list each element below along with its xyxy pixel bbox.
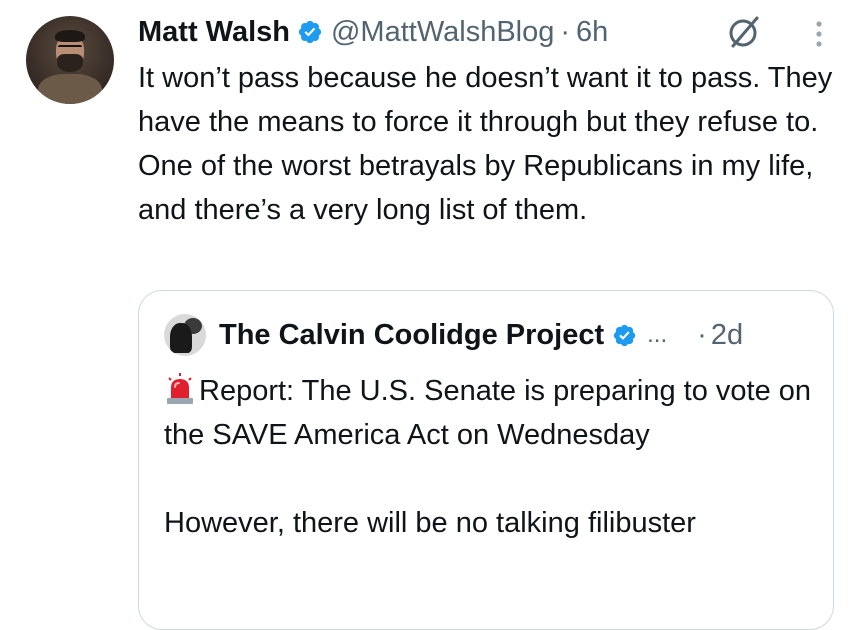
avatar-glasses-shape [58,45,82,53]
quoted-tweet-card[interactable]: The Calvin Coolidge Project ... · 2d Rep… [138,290,834,630]
avatar-body-shape [38,74,102,104]
avatar-hair-shape [55,30,85,42]
quoted-tweet-timestamp[interactable]: 2d [711,319,743,352]
grok-icon[interactable] [724,13,764,51]
quoted-report-text: Report: The U.S. Senate is preparing to … [164,375,812,451]
user-avatar[interactable] [26,16,114,104]
verified-badge-icon [298,20,322,44]
truncated-handle-ellipsis: ... [647,321,668,348]
verified-badge-icon [613,324,636,346]
quoted-second-paragraph: However, there will be no talking filibu… [164,507,696,539]
avatar-silhouette-shape [170,323,192,353]
more-options-icon[interactable] [808,18,830,50]
police-siren-emoji-icon [167,373,193,404]
avatar-beard-shape [57,54,83,72]
quoted-tweet-text: Report: The U.S. Senate is preparing to … [164,369,814,545]
separator-dot: · [697,318,707,351]
quoted-author-avatar[interactable] [164,314,206,356]
tweet-text: It won’t pass because he doesn’t want it… [138,62,841,226]
author-handle[interactable]: @MattWalshBlog [331,16,554,49]
tweet-timestamp[interactable]: 6h [576,16,608,49]
quoted-author-name[interactable]: The Calvin Coolidge Project [219,319,604,352]
separator-dot: · [560,15,571,48]
quoted-tweet-header: The Calvin Coolidge Project ... · 2d [219,313,809,357]
quoted-report-paragraph: Report: The U.S. Senate is preparing to … [164,369,814,457]
author-name[interactable]: Matt Walsh [138,16,290,49]
